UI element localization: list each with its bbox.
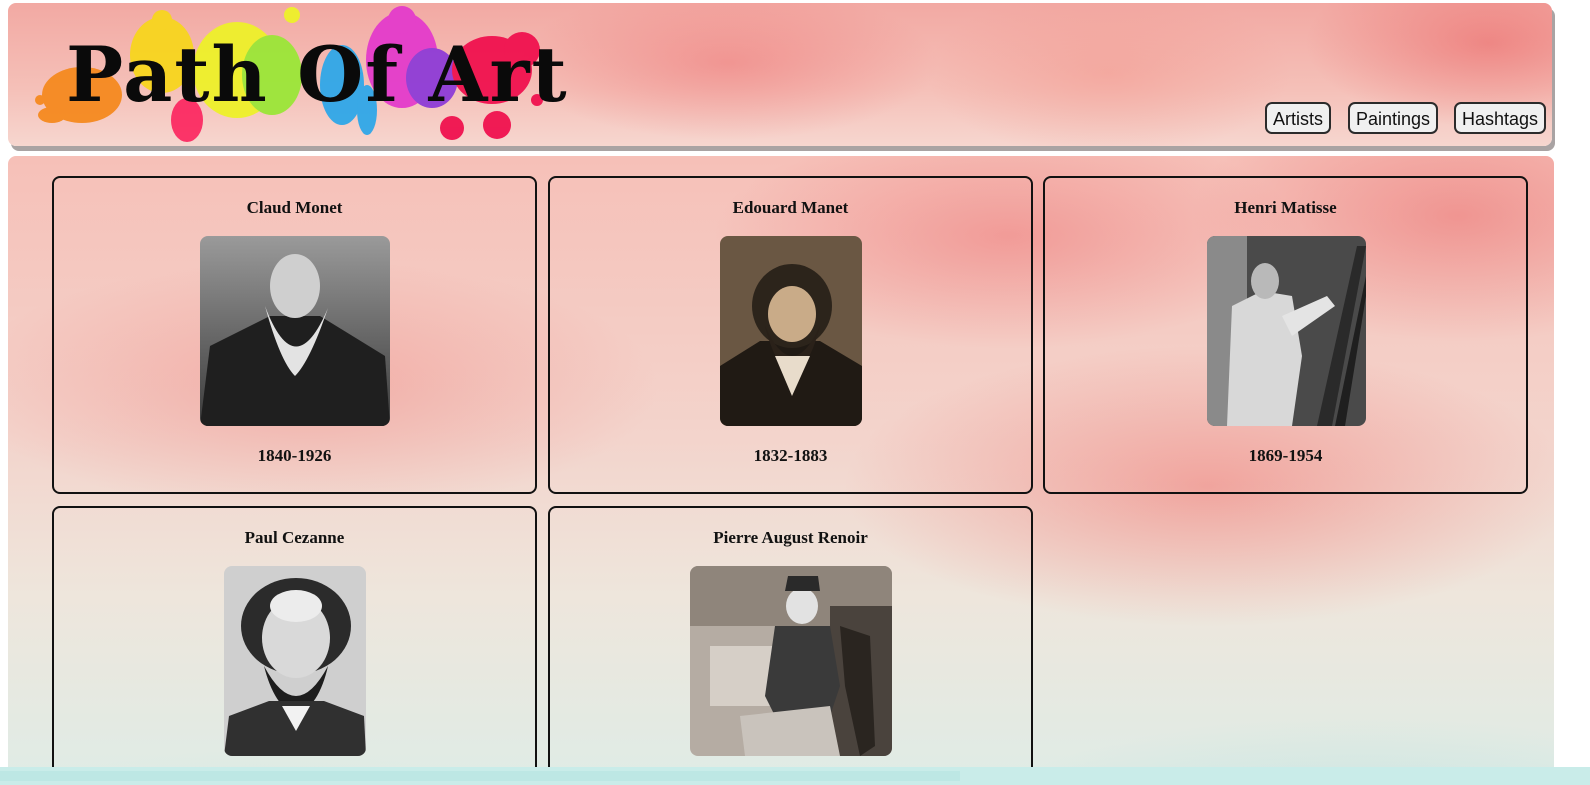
artist-card-renoir[interactable]: Pierre August Renoir [548, 506, 1033, 785]
artist-years: 1832-1883 [753, 446, 828, 465]
scrollbar-thumb[interactable] [0, 771, 960, 781]
artist-portrait[interactable] [224, 566, 366, 756]
artist-years: 1840-1926 [257, 446, 332, 465]
artist-portrait[interactable] [200, 236, 390, 426]
logo-text: Path Of Art [66, 30, 569, 119]
page: Path Of Art Artists Paintings Hashtags C… [0, 0, 1590, 785]
artist-name: Paul Cezanne [244, 528, 345, 547]
artist-portrait[interactable] [720, 236, 862, 426]
nav-artists-button[interactable]: Artists [1265, 102, 1332, 134]
artist-card-matisse[interactable]: Henri Matisse 1869-1954 [1043, 176, 1528, 494]
site-header: Path Of Art Artists Paintings Hashtags [8, 3, 1552, 146]
artist-card-cezanne[interactable]: Paul Cezanne [52, 506, 537, 785]
artist-portrait[interactable] [1207, 236, 1366, 426]
site-logo[interactable]: Path Of Art [22, 3, 567, 146]
artist-name: Edouard Manet [732, 198, 849, 217]
artist-card-monet[interactable]: Claud Monet 1840-1926 [52, 176, 537, 494]
artist-name: Claud Monet [246, 198, 343, 217]
artist-portrait[interactable] [690, 566, 892, 756]
artist-card-manet[interactable]: Edouard Manet 1832-1883 [548, 176, 1033, 494]
nav-hashtags-button[interactable]: Hashtags [1454, 102, 1547, 134]
artist-years: 1869-1954 [1248, 446, 1323, 465]
page-margin-right [1556, 0, 1590, 767]
artist-name: Henri Matisse [1234, 198, 1337, 217]
horizontal-scrollbar[interactable] [0, 767, 1590, 785]
artists-grid: Claud Monet 1840-1926 Edouard Manet 1832… [8, 156, 1554, 785]
nav-paintings-button[interactable]: Paintings [1348, 102, 1439, 134]
artist-name: Pierre August Renoir [713, 528, 868, 547]
